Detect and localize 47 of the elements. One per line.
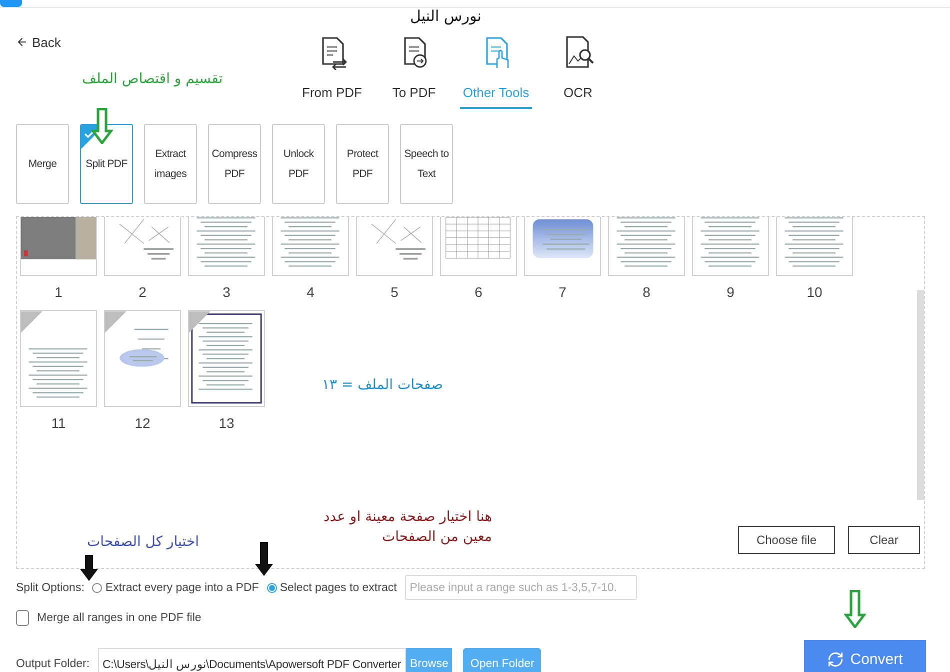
tool-card[interactable]: Merge (16, 124, 69, 204)
page-thumbnail[interactable] (20, 310, 97, 407)
split-option-radio[interactable]: Select pages to extract (266, 582, 397, 594)
tool-card[interactable]: Speech to Text (400, 124, 453, 204)
mode-tab[interactable]: From PDF (296, 34, 368, 109)
choose-file-button[interactable]: Choose file (738, 526, 835, 554)
tool-card[interactable]: Extract images (144, 124, 197, 204)
page-number: 2 (138, 284, 146, 300)
merge-checkbox[interactable]: Merge all ranges in one PDF file (16, 610, 202, 626)
page-number: 11 (51, 415, 66, 431)
app-logo-icon (0, 0, 22, 7)
tool-card[interactable]: Unlock PDF (272, 124, 325, 204)
mode-tab[interactable]: To PDF (378, 34, 450, 109)
page-thumbnail[interactable] (104, 310, 181, 407)
annotation-text: تقسيم و اقتصاص الملف (82, 70, 223, 89)
tool-card[interactable]: Protect PDF (336, 124, 389, 204)
split-option-radio[interactable]: Extract every page into a PDF (92, 582, 259, 594)
page-number: 13 (218, 415, 234, 431)
scrollbar-thumb[interactable] (917, 290, 924, 500)
annotation-text: هنا اختيار صفحة معينة او عدد معين من الصفحات (322, 508, 492, 547)
annotation-text: نورس النيل (410, 6, 482, 27)
back-link[interactable]: Back (16, 34, 61, 50)
corner-marker-icon (189, 311, 210, 333)
tool-card[interactable]: Compress PDF (208, 124, 261, 204)
page-number: 4 (306, 284, 314, 300)
clear-button[interactable]: Clear (848, 526, 920, 554)
page-number: 1 (54, 284, 62, 300)
page-number: 5 (390, 284, 398, 300)
page-number: 12 (134, 415, 150, 431)
split-options-label: Split Options: (16, 582, 84, 594)
page-number: 3 (222, 284, 230, 300)
refresh-icon (827, 651, 844, 668)
corner-marker-icon (105, 311, 126, 333)
page-thumbnail[interactable] (188, 310, 265, 407)
output-folder-label: Output Folder: (16, 658, 90, 670)
corner-marker-icon (21, 311, 42, 333)
page-range-field[interactable]: Please input a range such as 1-3,5,7-10. (404, 575, 637, 600)
mode-tab[interactable]: OCR (542, 34, 614, 109)
output-path-field[interactable]: C:\Users\نورس النيل\Documents\Apowersoft PDF Converter (98, 648, 406, 672)
back-arrow-icon (16, 36, 28, 48)
page-number: 6 (474, 284, 482, 300)
page-number: 8 (642, 284, 650, 300)
page-number: 10 (806, 284, 822, 300)
page-number: 9 (726, 284, 734, 300)
page-number: 7 (558, 284, 566, 300)
annotation-text: اختيار كل الصفحات (87, 533, 200, 552)
annotation-text: صفحات الملف = ١٣ (322, 376, 443, 395)
